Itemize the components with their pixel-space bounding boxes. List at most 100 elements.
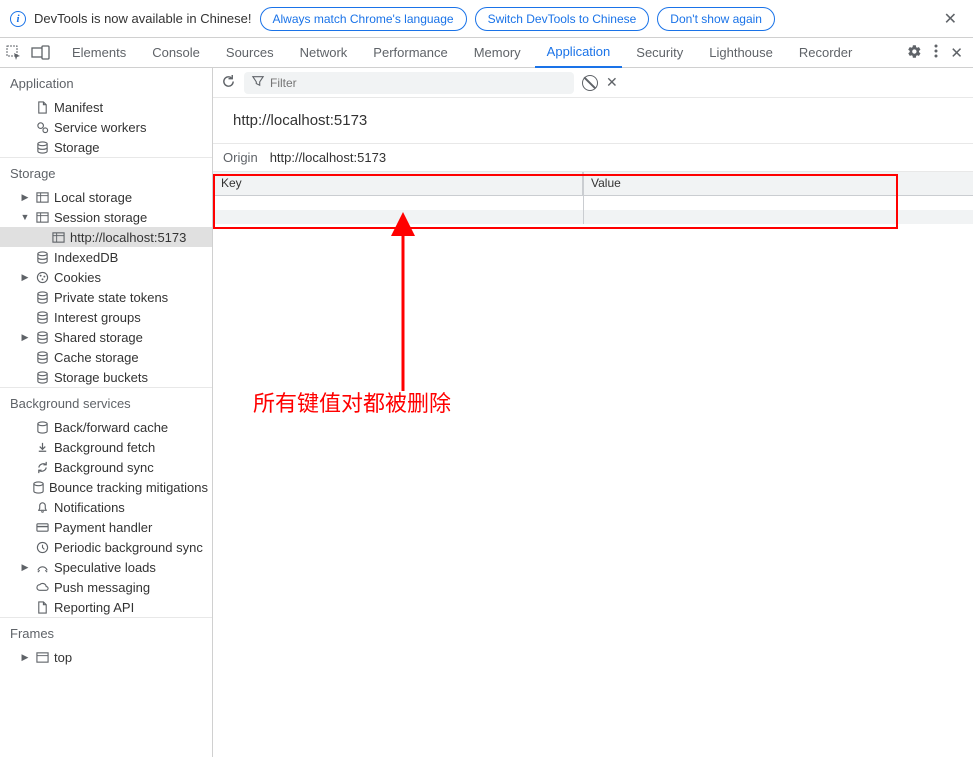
col-header-key[interactable]: Key <box>213 172 583 195</box>
sidebar-item-label: Interest groups <box>54 310 141 325</box>
database-icon <box>34 139 50 155</box>
expand-arrow-icon[interactable]: ▶ <box>20 272 30 283</box>
database-icon <box>34 289 50 305</box>
sidebar-item-periodic[interactable]: ▶ Periodic background sync <box>0 537 212 557</box>
tab-performance[interactable]: Performance <box>361 38 459 68</box>
origin-row: Origin http://localhost:5173 <box>213 143 973 172</box>
tab-console[interactable]: Console <box>140 38 212 68</box>
database-icon <box>32 479 45 495</box>
sidebar-item-push[interactable]: ▶ Push messaging <box>0 577 212 597</box>
sidebar-item-label: Manifest <box>54 100 103 115</box>
tabbar: Elements Console Sources Network Perform… <box>0 38 973 68</box>
switch-language-button[interactable]: Switch DevTools to Chinese <box>475 7 650 31</box>
sidebar-item-interest-groups[interactable]: ▶ Interest groups <box>0 307 212 327</box>
sidebar-item-private-state-tokens[interactable]: ▶ Private state tokens <box>0 287 212 307</box>
sidebar-item-label: Background fetch <box>54 440 155 455</box>
table-body[interactable] <box>213 196 973 224</box>
sidebar-item-label: Back/forward cache <box>54 420 168 435</box>
tab-application[interactable]: Application <box>535 38 623 68</box>
sidebar-item-label: Storage <box>54 140 100 155</box>
sidebar-item-bounce[interactable]: ▶ Bounce tracking mitigations <box>0 477 212 497</box>
origin-value: http://localhost:5173 <box>270 150 386 165</box>
sidebar-item-session-storage[interactable]: ▼ Session storage <box>0 207 212 227</box>
expand-arrow-icon[interactable]: ▶ <box>20 652 30 663</box>
sidebar-item-label: Notifications <box>54 500 125 515</box>
database-icon <box>34 249 50 265</box>
settings-gear-icon[interactable] <box>907 44 922 62</box>
filter-input[interactable] <box>270 76 566 90</box>
col-header-value[interactable]: Value <box>583 172 973 195</box>
content-toolbar: ✕ <box>213 68 973 98</box>
sidebar-item-cache-storage[interactable]: ▶ Cache storage <box>0 347 212 367</box>
origin-label: Origin <box>223 150 258 165</box>
sidebar-item-shared-storage[interactable]: ▶ Shared storage <box>0 327 212 347</box>
sidebar-item-label: Payment handler <box>54 520 152 535</box>
tab-network[interactable]: Network <box>288 38 360 68</box>
sidebar-item-indexeddb[interactable]: ▶ IndexedDB <box>0 247 212 267</box>
filter-input-wrap[interactable] <box>244 72 574 94</box>
database-icon <box>34 309 50 325</box>
sidebar-item-label: Local storage <box>54 190 132 205</box>
sidebar-item-reporting[interactable]: ▶ Reporting API <box>0 597 212 617</box>
document-icon <box>34 99 50 115</box>
sidebar-item-cookies[interactable]: ▶ Cookies <box>0 267 212 287</box>
sidebar-item-service-workers[interactable]: ▶ Service workers <box>0 117 212 137</box>
sidebar-item-label: Service workers <box>54 120 146 135</box>
refresh-icon[interactable] <box>221 74 236 92</box>
close-devtools-icon[interactable]: ✕ <box>950 44 963 62</box>
tabbar-left-tools <box>6 45 58 61</box>
database-icon <box>34 349 50 365</box>
sidebar-item-label: Shared storage <box>54 330 143 345</box>
sidebar-item-bg-fetch[interactable]: ▶ Background fetch <box>0 437 212 457</box>
inspect-element-icon[interactable] <box>6 45 22 61</box>
expand-arrow-icon[interactable]: ▶ <box>20 562 30 573</box>
sidebar-item-payment[interactable]: ▶ Payment handler <box>0 517 212 537</box>
bell-icon <box>34 499 50 515</box>
tab-elements[interactable]: Elements <box>60 38 138 68</box>
main: Application ▶ Manifest ▶ Service workers… <box>0 68 973 757</box>
tab-recorder[interactable]: Recorder <box>787 38 864 68</box>
column-divider[interactable] <box>583 172 584 224</box>
expand-arrow-icon[interactable]: ▶ <box>20 192 30 203</box>
sidebar-item-speculative[interactable]: ▶ Speculative loads <box>0 557 212 577</box>
collapse-arrow-icon[interactable]: ▼ <box>20 212 30 222</box>
database-icon <box>34 329 50 345</box>
sidebar-item-notifications[interactable]: ▶ Notifications <box>0 497 212 517</box>
sidebar-item-bfcache[interactable]: ▶ Back/forward cache <box>0 417 212 437</box>
device-toolbar-icon[interactable] <box>32 46 50 60</box>
tab-sources[interactable]: Sources <box>214 38 286 68</box>
sidebar-item-label: http://localhost:5173 <box>70 230 186 245</box>
expand-arrow-icon[interactable]: ▶ <box>20 332 30 343</box>
sidebar-item-label: Background sync <box>54 460 154 475</box>
clear-all-icon[interactable] <box>582 75 598 91</box>
tab-security[interactable]: Security <box>624 38 695 68</box>
sidebar-item-bg-sync[interactable]: ▶ Background sync <box>0 457 212 477</box>
sidebar-item-storage-buckets[interactable]: ▶ Storage buckets <box>0 367 212 387</box>
table-icon <box>34 209 50 225</box>
table-row[interactable] <box>213 210 973 224</box>
sidebar-item-label: Cache storage <box>54 350 139 365</box>
infobar: i DevTools is now available in Chinese! … <box>0 0 973 38</box>
infobar-close-icon[interactable]: ✕ <box>938 9 963 29</box>
kebab-menu-icon[interactable] <box>934 44 938 61</box>
table-icon <box>50 229 66 245</box>
sidebar-item-label: top <box>54 650 72 665</box>
sidebar-item-label: Cookies <box>54 270 101 285</box>
database-icon <box>34 369 50 385</box>
sidebar: Application ▶ Manifest ▶ Service workers… <box>0 68 213 757</box>
sidebar-item-manifest[interactable]: ▶ Manifest <box>0 97 212 117</box>
sidebar-item-session-origin[interactable]: ▶ http://localhost:5173 <box>0 227 212 247</box>
delete-selected-icon[interactable]: ✕ <box>606 74 618 91</box>
sidebar-item-top-frame[interactable]: ▶ top <box>0 647 212 667</box>
table-row[interactable] <box>213 196 973 210</box>
sidebar-item-label: Bounce tracking mitigations <box>49 480 208 495</box>
tab-lighthouse[interactable]: Lighthouse <box>697 38 785 68</box>
match-language-button[interactable]: Always match Chrome's language <box>260 7 467 31</box>
sidebar-item-storage-overview[interactable]: ▶ Storage <box>0 137 212 157</box>
dont-show-again-button[interactable]: Don't show again <box>657 7 775 31</box>
cookie-icon <box>34 269 50 285</box>
tab-memory[interactable]: Memory <box>462 38 533 68</box>
sidebar-item-local-storage[interactable]: ▶ Local storage <box>0 187 212 207</box>
cloud-icon <box>34 579 50 595</box>
tabbar-right: ✕ <box>907 44 967 62</box>
